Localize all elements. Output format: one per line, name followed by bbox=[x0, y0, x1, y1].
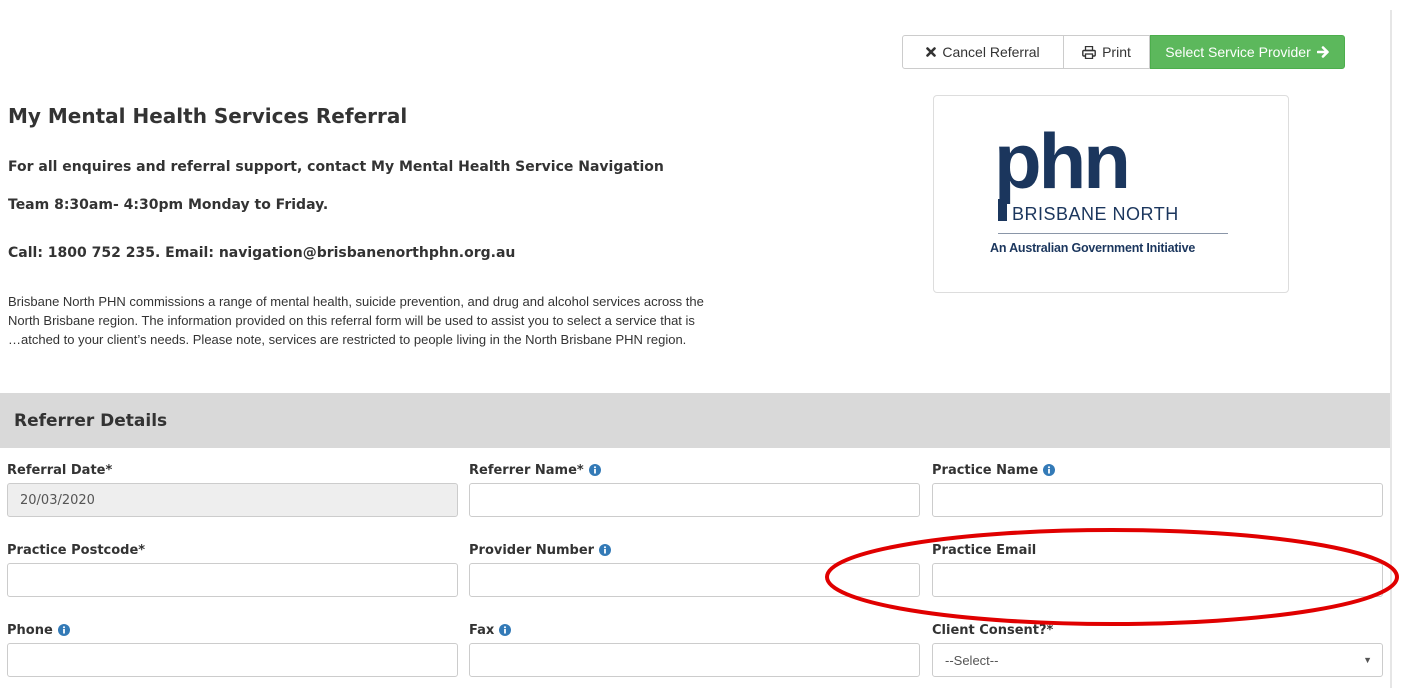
section-title: Referrer Details bbox=[14, 410, 168, 431]
provider-number-group: Provider Number bbox=[469, 540, 920, 597]
referral-date-group: Referral Date* bbox=[7, 460, 458, 517]
referrer-name-group: Referrer Name* bbox=[469, 460, 920, 517]
info-circle-icon[interactable] bbox=[588, 464, 601, 476]
print-label: Print bbox=[1102, 44, 1131, 60]
action-toolbar: Cancel Referral Print Select Service Pro… bbox=[902, 35, 1345, 69]
practice-postcode-group: Practice Postcode* bbox=[7, 540, 458, 597]
info-circle-icon[interactable] bbox=[599, 544, 612, 556]
fax-label-row: Fax bbox=[469, 620, 920, 640]
referrer-name-input[interactable] bbox=[469, 483, 920, 517]
referral-date-input[interactable] bbox=[7, 483, 458, 517]
fax-label: Fax bbox=[469, 622, 495, 638]
fax-group: Fax bbox=[469, 620, 920, 677]
practice-email-label: Practice Email bbox=[932, 542, 1037, 558]
scrollbar-track bbox=[1390, 10, 1392, 688]
select-service-provider-label: Select Service Provider bbox=[1165, 44, 1311, 60]
logo-wordmark: phn bbox=[994, 117, 1131, 205]
referral-date-label: Referral Date* bbox=[7, 462, 113, 478]
fax-input[interactable] bbox=[469, 643, 920, 677]
practice-email-input[interactable] bbox=[932, 563, 1383, 597]
phone-label-row: Phone bbox=[7, 620, 458, 640]
section-header-referrer-details: Referrer Details bbox=[0, 393, 1390, 448]
info-circle-icon[interactable] bbox=[1043, 464, 1056, 476]
referrer-name-label: Referrer Name* bbox=[469, 462, 584, 478]
client-consent-select[interactable]: --Select-- ▼ bbox=[932, 643, 1383, 677]
info-circle-icon[interactable] bbox=[499, 624, 512, 636]
contact-line-3: Call: 1800 752 235. Email: navigation@br… bbox=[8, 245, 516, 261]
practice-name-label-row: Practice Name bbox=[932, 460, 1383, 480]
provider-number-label: Provider Number bbox=[469, 542, 595, 558]
arrow-right-icon bbox=[1316, 46, 1330, 58]
practice-postcode-label: Practice Postcode* bbox=[7, 542, 146, 558]
intro-line-2: North Brisbane region. The information p… bbox=[8, 313, 695, 328]
info-circle-icon[interactable] bbox=[57, 624, 70, 636]
caret-down-icon: ▼ bbox=[1363, 655, 1372, 665]
logo-region: BRISBANE NORTH bbox=[1012, 204, 1179, 224]
intro-line-3: …atched to your client’s needs. Please n… bbox=[8, 332, 687, 347]
practice-name-label: Practice Name bbox=[932, 462, 1039, 478]
page-title: My Mental Health Services Referral bbox=[8, 104, 408, 128]
intro-line-1: Brisbane North PHN commissions a range o… bbox=[8, 294, 704, 309]
logo-accent-bar bbox=[998, 199, 1007, 221]
client-consent-label: Client Consent?* bbox=[932, 622, 1054, 638]
provider-number-input[interactable] bbox=[469, 563, 920, 597]
print-button[interactable]: Print bbox=[1064, 35, 1150, 69]
logo-tagline: An Australian Government Initiative bbox=[990, 241, 1196, 255]
practice-email-group: Practice Email bbox=[932, 540, 1383, 597]
cancel-referral-label: Cancel Referral bbox=[942, 44, 1040, 60]
phone-input[interactable] bbox=[7, 643, 458, 677]
phone-label: Phone bbox=[7, 622, 53, 638]
print-icon bbox=[1082, 45, 1096, 59]
practice-name-group: Practice Name bbox=[932, 460, 1383, 517]
contact-line-2: Team 8:30am- 4:30pm Monday to Friday. bbox=[8, 197, 329, 213]
phn-logo: phn BRISBANE NORTH An Australian Governm… bbox=[933, 95, 1289, 293]
referrer-name-label-row: Referrer Name* bbox=[469, 460, 920, 480]
intro-paragraph: Brisbane North PHN commissions a range o… bbox=[8, 292, 923, 349]
times-icon bbox=[926, 47, 937, 57]
contact-line-1: For all enquires and referral support, c… bbox=[8, 159, 664, 175]
practice-name-input[interactable] bbox=[932, 483, 1383, 517]
client-consent-group: Client Consent?* --Select-- ▼ bbox=[932, 620, 1383, 677]
select-service-provider-button[interactable]: Select Service Provider bbox=[1150, 35, 1345, 69]
practice-postcode-input[interactable] bbox=[7, 563, 458, 597]
provider-number-label-row: Provider Number bbox=[469, 540, 920, 560]
logo-divider bbox=[998, 233, 1228, 234]
phone-group: Phone bbox=[7, 620, 458, 677]
cancel-referral-button[interactable]: Cancel Referral bbox=[902, 35, 1064, 69]
client-consent-selected: --Select-- bbox=[945, 652, 999, 668]
